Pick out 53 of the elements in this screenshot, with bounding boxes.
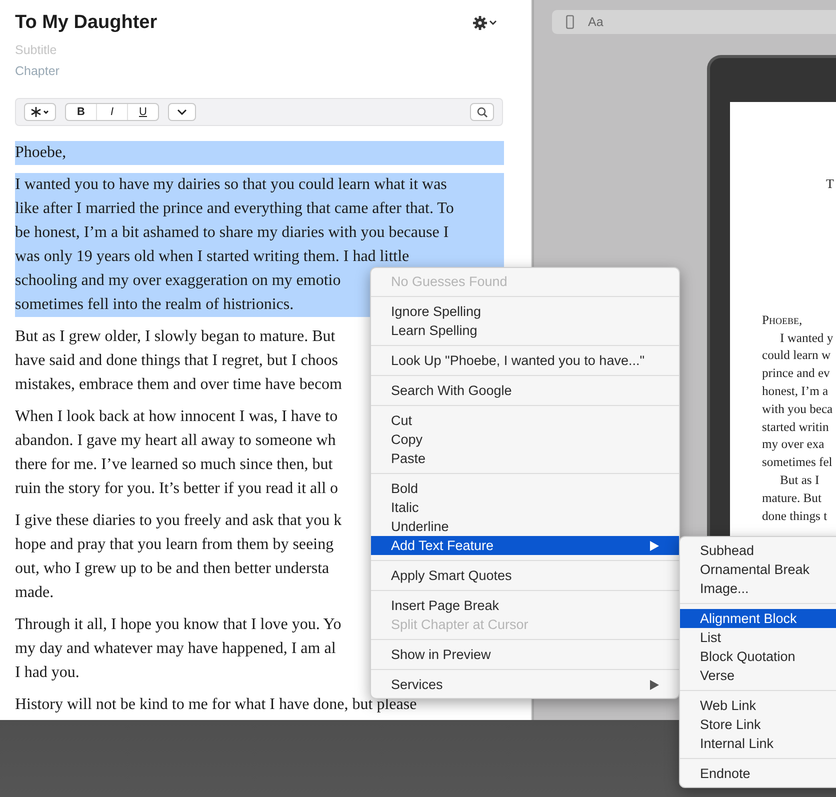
menu-item[interactable]: Block Quotation: [680, 647, 836, 666]
menu-item[interactable]: Copy: [371, 430, 679, 449]
menu-item[interactable]: Underline: [371, 517, 679, 536]
paragraph: When I look back at how innocent I was, I have to abandon. I gave my heart all away to someone wh there for me. I’ve learned so much since then, but ruin the story for you. It’s better if you read it all o: [15, 407, 338, 499]
paragraph: History will not be kind to me for what I have done, but please: [15, 695, 417, 715]
chevron-down-icon: [177, 109, 187, 115]
dropdown-button[interactable]: [168, 103, 196, 121]
phone-icon[interactable]: [566, 15, 574, 29]
menu-item[interactable]: Apply Smart Quotes: [371, 566, 679, 585]
chevron-down-icon: [489, 20, 497, 26]
menu-item[interactable]: Internal Link: [680, 734, 836, 753]
paragraph: I wanted y could learn w prince and ev honest, I’m a with you beca started writin my over exa sometimes fel: [762, 330, 834, 472]
menu-item[interactable]: Show in Preview: [371, 645, 679, 664]
document-title: To My Daughter: [15, 12, 158, 34]
menu-item[interactable]: Look Up "Phoebe, I wanted you to have...": [371, 351, 679, 370]
menu-item[interactable]: Learn Spelling: [371, 321, 679, 340]
style-menu-button[interactable]: [24, 103, 56, 121]
menu-item[interactable]: Paste: [371, 449, 679, 468]
menu-item[interactable]: Subhead: [680, 541, 836, 560]
menu-item[interactable]: Insert Page Break: [371, 596, 679, 615]
menu-item[interactable]: Web Link: [680, 696, 836, 715]
menu-item[interactable]: Store Link: [680, 715, 836, 734]
chapter-label: Chapter: [15, 64, 60, 78]
paragraph: But as I mature. But done things t: [762, 472, 828, 525]
bold-button[interactable]: B: [66, 104, 96, 120]
paragraph: I give these diaries to you freely and ask that you k hope and pray that you learn from them by seeing out, who I grew up to be and then better understa made.: [15, 511, 342, 603]
search-button[interactable]: [470, 103, 494, 121]
menu-item[interactable]: Italic: [371, 498, 679, 517]
salutation: Phoebe,: [762, 312, 802, 329]
paragraph: But as I grew older, I slowly began to mature. But have said and done things that I regret, but I choos mistakes, embrace them and over time have becom: [15, 327, 342, 395]
subtitle-field[interactable]: Subtitle: [15, 42, 215, 58]
menu-item[interactable]: Ignore Spelling: [371, 302, 679, 321]
menu-item[interactable]: Add Text Feature: [371, 536, 679, 555]
italic-button[interactable]: I: [96, 104, 127, 120]
underline-button[interactable]: U: [127, 104, 158, 120]
asterisk-icon: [29, 106, 51, 118]
font-settings-button[interactable]: Aa: [588, 15, 604, 29]
menu-item[interactable]: Bold: [371, 479, 679, 498]
menu-item[interactable]: Ornamental Break: [680, 560, 836, 579]
menu-item[interactable]: Cut: [371, 411, 679, 430]
menu-item[interactable]: Image...: [680, 579, 836, 598]
search-icon: [476, 106, 488, 118]
menu-item[interactable]: Search With Google: [371, 381, 679, 400]
menu-item[interactable]: List: [680, 628, 836, 647]
menu-item[interactable]: Services: [371, 675, 679, 694]
menu-item[interactable]: Verse: [680, 666, 836, 685]
gear-menu-button[interactable]: [473, 16, 497, 30]
menu-item[interactable]: Alignment Block: [680, 609, 836, 628]
menu-item[interactable]: Endnote: [680, 764, 836, 783]
paragraph: Phoebe,: [15, 141, 504, 165]
gear-icon: [473, 16, 487, 30]
paragraph: Through it all, I hope you know that I love you. Yo my day and whatever may have happened, I am al I had you.: [15, 615, 342, 683]
page-title: T: [826, 176, 834, 191]
